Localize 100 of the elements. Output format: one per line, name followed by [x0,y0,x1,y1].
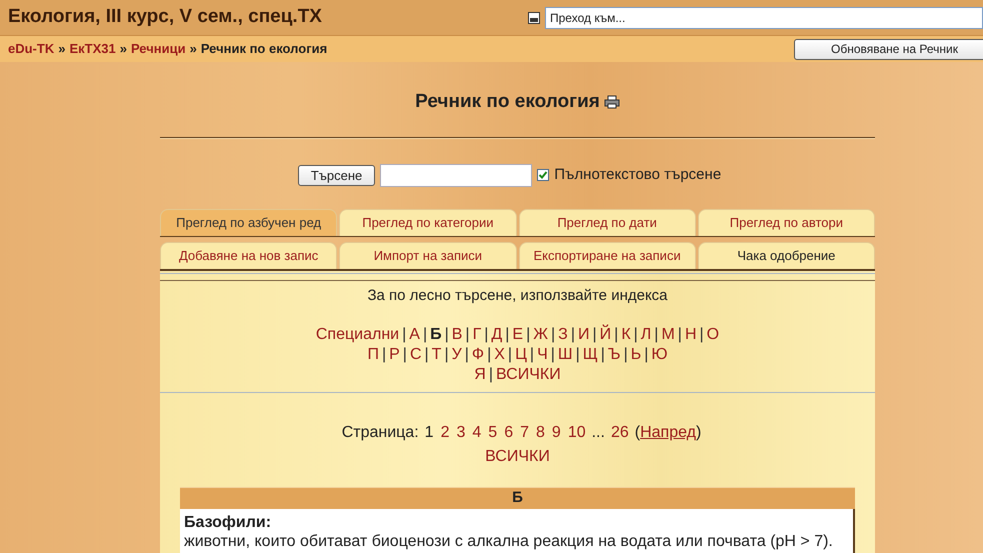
index-separator: | [508,345,512,365]
index-separator: | [526,325,530,345]
index-link[interactable]: С [410,345,422,365]
index-link[interactable]: У [452,345,462,365]
course-title: Екология, III курс, V сем., спец.ТХ [8,5,323,30]
index-separator: | [550,345,555,365]
index-separator: | [422,325,428,345]
tab[interactable]: Преглед по дати [518,208,696,236]
entry-term: Базофили: [184,514,272,532]
index-link[interactable]: О [706,325,720,345]
fulltext-label: Пълнотекстово търсене [554,164,722,185]
page-link[interactable]: 4 [472,421,482,445]
index-link[interactable]: Г [472,325,482,345]
index-separator: | [487,345,492,365]
paren: ( [634,423,640,443]
index-separator: | [576,345,580,365]
index-separator: | [424,345,429,365]
tab[interactable]: Експортиране на записи [518,242,696,268]
page-link[interactable]: 8 [536,421,545,445]
section-letter: Б [512,488,523,508]
index-separator: | [382,345,386,365]
index-separator: | [551,325,556,345]
tab[interactable]: Импорт на записи [339,242,516,268]
index-separator: | [464,345,469,365]
index-separator: | [444,345,449,365]
index-separator: | [488,365,494,385]
breadcrumb-link[interactable]: eDu-TK [8,39,54,59]
index-separator: | [624,345,628,365]
page-link[interactable]: 10 [568,421,586,445]
index-link[interactable]: Ю [651,345,668,365]
index-link[interactable]: И [578,325,590,345]
page-link[interactable]: 5 [488,421,498,445]
index-link[interactable]: П [367,345,379,365]
index-link[interactable]: ВСИЧКИ [496,365,561,385]
index-link[interactable]: Р [389,345,400,365]
tab[interactable]: Добавяне на нов запис [160,242,338,268]
jump-icon [528,12,540,24]
page-link[interactable]: 3 [456,421,466,445]
search-field[interactable] [380,164,532,186]
all-pages-link[interactable]: ВСИЧКИ [485,445,550,469]
index-link[interactable]: Х [494,345,505,365]
page-current: 1 [424,423,434,443]
index-separator: | [570,325,575,345]
index-link[interactable]: Д [491,325,502,345]
index-link[interactable]: Ъ [608,345,621,365]
index-separator: | [600,345,605,365]
page-link[interactable]: 6 [504,421,514,445]
paren: ) [696,423,702,443]
page-link[interactable]: 26 [610,421,629,445]
index-link[interactable]: Ш [558,345,573,365]
tab[interactable]: Преглед по категории [339,208,516,236]
index-link[interactable]: Н [684,325,696,345]
search-button[interactable]: Търсене [298,164,376,186]
index-separator: | [505,325,510,345]
page-label: Страница: [342,423,419,443]
index-link[interactable]: Й [600,325,612,345]
index-link[interactable]: Специални [316,325,400,345]
index-separator: | [614,325,618,345]
breadcrumb-link[interactable]: ЕкТХ31 [69,39,116,59]
breadcrumb-separator: » [58,40,66,58]
index-separator: | [700,325,704,345]
index-separator: | [634,325,638,345]
index-link[interactable]: Л [640,325,652,345]
next-link[interactable]: Напред [640,421,696,445]
index-separator: | [654,325,658,345]
page-link[interactable]: 2 [440,421,450,445]
breadcrumb-separator: » [190,40,197,58]
index-link[interactable]: В [452,325,462,345]
check-icon [538,170,548,180]
index-link[interactable]: Е [512,325,524,345]
page-link[interactable]: 7 [520,421,529,445]
jump-field[interactable]: Преход към... [545,6,983,28]
index-link[interactable]: З [558,325,568,345]
index-link[interactable]: Ь [630,345,642,365]
index-link[interactable]: Ж [533,325,548,345]
index-link[interactable]: Щ [582,345,598,365]
fulltext-checkbox[interactable] [537,169,550,181]
breadcrumb-separator: » [120,40,127,58]
index-link[interactable]: А [409,325,420,345]
ellipsis: ... [592,423,605,443]
update-button[interactable]: Обновяване на Речник [794,38,983,60]
index-separator: | [592,325,597,345]
tab[interactable]: Преглед по автори [698,208,875,236]
index-link[interactable]: Ч [537,345,548,365]
index-link[interactable]: К [621,325,631,345]
index-link[interactable]: Т [432,345,442,365]
tab[interactable]: Преглед по азбучен ред [160,208,338,236]
index-link[interactable]: Ф [472,345,484,365]
index-separator: | [402,345,407,365]
breadcrumb-link[interactable]: Речници [130,39,186,59]
index-hint: За по лесно търсене, използвайте индекса [367,286,668,306]
index-separator: | [484,325,488,345]
index-separator: | [644,345,648,365]
index-link[interactable]: М [661,325,675,345]
index-separator: | [465,325,470,345]
index-link[interactable]: Ц [515,345,527,365]
index-link[interactable]: Я [474,365,486,385]
printer-icon[interactable] [604,95,620,110]
page-heading: Речник по екология [415,90,600,114]
page-link[interactable]: 9 [552,421,561,445]
